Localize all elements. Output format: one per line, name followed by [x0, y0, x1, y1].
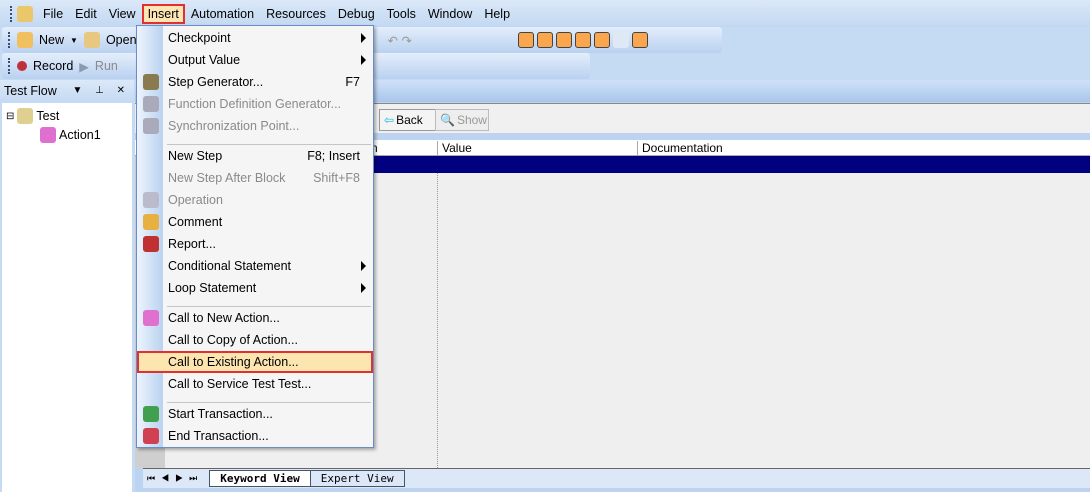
menu-item-label: Function Definition Generator... [168, 97, 342, 111]
menu-item-label: Call to New Action... [168, 311, 280, 325]
submenu-arrow-icon [361, 55, 366, 65]
menu-item-checkpoint[interactable]: Checkpoint [138, 27, 372, 49]
back-button[interactable]: ⇦ Back [379, 109, 439, 131]
panel-title: Test Flow [4, 83, 57, 98]
column-header-documentation[interactable]: Documentation [637, 141, 723, 156]
menu-item-call-to-existing-action[interactable]: Call to Existing Action... [137, 351, 373, 373]
menu-item-call-to-copy-of-action[interactable]: Call to Copy of Action... [138, 329, 372, 351]
function-generator-icon [143, 96, 159, 112]
menu-item-synchronization-point[interactable]: Synchronization Point... [138, 115, 372, 137]
operation-icon [143, 192, 159, 208]
record-button[interactable]: Record [33, 59, 73, 73]
new-action-icon [143, 310, 159, 326]
menu-item-label: Start Transaction... [168, 407, 273, 421]
data-icon[interactable] [555, 32, 572, 48]
menu-item-conditional-statement[interactable]: Conditional Statement [138, 255, 372, 277]
resources-icon[interactable] [536, 32, 553, 48]
test-tree: ⊟ Test Action1 [2, 103, 132, 492]
menu-bar: File Edit View Insert Automation Resourc… [0, 0, 1090, 27]
menu-item-label: Synchronization Point... [168, 119, 300, 133]
menu-item-new-step-after-block[interactable]: New Step After Block Shift+F8 [138, 167, 372, 189]
menu-item-report[interactable]: Report... [138, 233, 372, 255]
tree-node-test[interactable]: ⊟ Test [6, 108, 59, 124]
menu-item-function-definition-generator[interactable]: Function Definition Generator... [138, 93, 372, 115]
menu-item-operation[interactable]: Operation [138, 189, 372, 211]
panel-controls[interactable]: ▼ ⊥ ✕ [72, 85, 134, 96]
submenu-arrow-icon [361, 283, 366, 293]
menu-item-call-to-new-action[interactable]: Call to New Action... [138, 307, 372, 329]
menu-item-label: Conditional Statement [168, 259, 291, 273]
report-icon [143, 236, 159, 252]
menu-item-new-step[interactable]: New Step F8; Insert [138, 145, 372, 167]
submenu-arrow-icon [361, 33, 366, 43]
menu-item-end-transaction[interactable]: End Transaction... [138, 425, 372, 447]
record-icon [17, 61, 27, 71]
menu-tools[interactable]: Tools [381, 4, 422, 24]
grip-icon [10, 5, 13, 22]
menu-item-label: Call to Copy of Action... [168, 333, 298, 347]
comment-icon [143, 214, 159, 230]
sync-point-icon [143, 118, 159, 134]
open-icon [83, 32, 100, 48]
menu-item-label: Operation [168, 193, 223, 207]
new-icon [17, 32, 33, 48]
menu-item-label: Checkpoint [168, 31, 231, 45]
menu-item-label: Call to Existing Action... [168, 355, 299, 369]
menu-debug[interactable]: Debug [332, 4, 381, 24]
step-generator-icon [143, 74, 159, 90]
start-transaction-icon [143, 406, 159, 422]
menu-item-step-generator[interactable]: Step Generator... F7 [138, 71, 372, 93]
submenu-arrow-icon [361, 261, 366, 271]
open-button[interactable]: Open [106, 33, 137, 47]
grip-icon [8, 58, 11, 74]
test-flow-icon[interactable] [517, 32, 534, 48]
menu-item-label: Step Generator... [168, 75, 264, 89]
menu-item-call-to-service-test-test[interactable]: Call to Service Test Test... [138, 373, 372, 395]
menu-edit[interactable]: Edit [69, 4, 103, 24]
insert-menu: Checkpoint Output Value Step Generator... F… [136, 25, 374, 448]
tab-keyword-view[interactable]: Keyword View [209, 470, 311, 487]
menu-item-start-transaction[interactable]: Start Transaction... [138, 403, 372, 425]
menu-item-label: Output Value [168, 53, 241, 67]
menu-item-label: New Step After Block [168, 171, 286, 185]
tab-nav-arrows[interactable]: ⏮◀▶⏭ [143, 473, 203, 484]
menu-item-label: Call to Service Test Test... [168, 377, 312, 391]
menu-automation[interactable]: Automation [185, 4, 260, 24]
end-transaction-icon [143, 428, 159, 444]
shortcut-label: F7 [345, 75, 360, 89]
menu-help[interactable]: Help [478, 4, 516, 24]
magnifier-icon: 🔍 [440, 113, 455, 127]
shortcut-label: Shift+F8 [313, 171, 360, 185]
shortcut-label: F8; Insert [307, 149, 360, 163]
menu-item-label: Comment [168, 215, 223, 229]
tree-node-action1[interactable]: Action1 [40, 127, 101, 143]
menu-item-label: End Transaction... [168, 429, 269, 443]
test-icon [17, 108, 34, 124]
help-hierarchy-icon[interactable] [612, 32, 629, 48]
back-arrow-icon: ⇦ [384, 113, 395, 127]
menu-item-comment[interactable]: Comment [138, 211, 372, 233]
menu-window[interactable]: Window [422, 4, 478, 24]
menu-item-output-value[interactable]: Output Value [138, 49, 372, 71]
menu-resources[interactable]: Resources [260, 4, 332, 24]
action-icon [40, 127, 56, 143]
properties-icon[interactable] [631, 32, 648, 48]
run-button[interactable]: Run [95, 59, 118, 73]
menu-view[interactable]: View [103, 4, 142, 24]
menu-item-label: Loop Statement [168, 281, 257, 295]
menu-item-label: New Step [168, 149, 223, 163]
tab-expert-view[interactable]: Expert View [310, 470, 405, 487]
menu-insert[interactable]: Insert [141, 3, 185, 24]
show-button[interactable]: 🔍 Show [435, 109, 489, 131]
menu-item-label: Report... [168, 237, 216, 251]
grip-icon [8, 32, 11, 48]
view-tabs: ⏮◀▶⏭ Keyword View Expert View [143, 468, 1090, 488]
table-icon[interactable] [574, 32, 591, 48]
menu-file[interactable]: File [37, 4, 69, 24]
new-button[interactable]: New [39, 33, 64, 47]
object-repository-icon[interactable] [593, 32, 610, 48]
app-icon [17, 5, 33, 22]
menu-item-loop-statement[interactable]: Loop Statement [138, 277, 372, 299]
column-header-value[interactable]: Value [437, 141, 472, 156]
